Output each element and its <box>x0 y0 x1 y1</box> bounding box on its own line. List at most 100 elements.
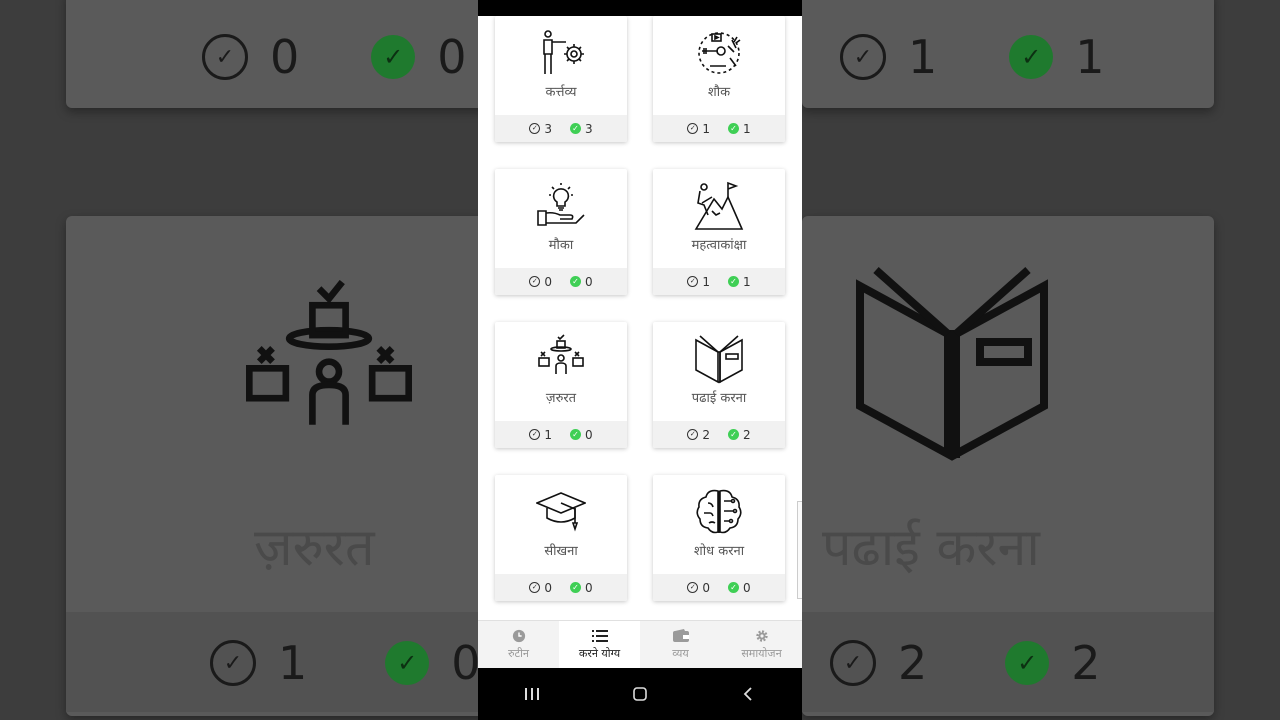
nav-tab-label: समायोजन <box>741 647 782 660</box>
category-grid[interactable]: कर्त्तव्य ✓ 3 ✓ 3 शौक ✓ 1 ✓ 1 मौका ✓ 0 ✓… <box>478 16 802 620</box>
done-count: ✓ 1 <box>728 275 751 289</box>
nav-tab-label: रुटीन <box>507 647 530 660</box>
todo-count: ✓ 1 <box>687 122 710 136</box>
open-book-icon <box>695 335 743 384</box>
check-outline-icon: ✓ <box>687 123 699 134</box>
done-count: ✓ 1 <box>728 122 751 136</box>
hand-lightbulb-icon <box>537 183 585 226</box>
check-outline-icon: ✓ <box>687 276 699 287</box>
todo-count: ✓ 0 <box>687 581 710 595</box>
nav-tab-todo[interactable]: करने योग्य <box>559 621 640 669</box>
done-count: ✓ 3 <box>570 122 593 136</box>
bg-stats-bottom-left: ✓ 1 ✓ 0 <box>210 636 481 690</box>
scroll-handle[interactable] <box>797 501 802 599</box>
todo-count: ✓ 1 <box>687 275 710 289</box>
check-outline-icon: ✓ <box>529 582 541 593</box>
card-stats: ✓ 3 ✓ 3 <box>495 115 627 142</box>
card-stats: ✓ 0 ✓ 0 <box>495 574 627 601</box>
card-stats: ✓ 0 ✓ 0 <box>495 268 627 295</box>
check-filled-icon: ✓ <box>570 429 581 440</box>
hobbies-icon <box>698 32 741 74</box>
card-title: महत्वाकांक्षा <box>691 238 747 253</box>
back-icon[interactable] <box>728 679 768 709</box>
todo-count: ✓ 1 <box>529 428 552 442</box>
category-card[interactable]: कर्त्तव्य ✓ 3 ✓ 3 <box>495 16 627 142</box>
category-card[interactable]: सीखना ✓ 0 ✓ 0 <box>495 475 627 601</box>
todo-count: ✓ 0 <box>529 581 552 595</box>
status-bar <box>478 0 802 16</box>
mountain-flag-icon <box>694 181 744 230</box>
category-card[interactable]: पढाई करना ✓ 2 ✓ 2 <box>653 322 785 448</box>
recent-apps-icon[interactable] <box>512 679 552 709</box>
card-stats: ✓ 2 ✓ 2 <box>653 421 785 448</box>
graduation-cap-icon <box>536 492 586 532</box>
gear-icon <box>755 630 768 642</box>
phone-screen: कर्त्तव्य ✓ 3 ✓ 3 शौक ✓ 1 ✓ 1 मौका ✓ 0 ✓… <box>478 0 802 720</box>
category-card[interactable]: शोध करना ✓ 0 ✓ 0 <box>653 475 785 601</box>
check-filled-icon: ✓ <box>728 276 739 287</box>
check-filled-icon: ✓ <box>728 582 739 593</box>
person-gear-icon <box>543 30 584 74</box>
home-icon[interactable] <box>620 679 660 709</box>
nav-tab-settings[interactable]: समायोजन <box>721 621 802 669</box>
list-icon <box>591 630 608 642</box>
bottom-navigation: रुटीन करने योग्य व्यय समायोजन <box>478 620 802 669</box>
check-filled-icon: ✓ <box>728 123 739 134</box>
card-title: शोध करना <box>693 544 745 559</box>
todo-count: ✓ 0 <box>529 275 552 289</box>
card-title: सीखना <box>544 544 578 559</box>
done-count: ✓ 0 <box>570 428 593 442</box>
card-title: कर्त्तव्य <box>545 85 577 100</box>
bg-stats-top-left: ✓ 0 ✓ 0 <box>202 30 467 84</box>
card-stats: ✓ 1 ✓ 1 <box>653 268 785 295</box>
card-stats: ✓ 1 ✓ 1 <box>653 115 785 142</box>
check-filled-icon: ✓ <box>385 641 430 685</box>
check-outline-icon: ✓ <box>202 34 248 80</box>
system-navigation-bar <box>478 668 802 720</box>
category-card[interactable]: ज़रुरत ✓ 1 ✓ 0 <box>495 322 627 448</box>
bg-stats-bottom-right: ✓ 2 ✓ 2 <box>830 636 1101 690</box>
check-outline-icon: ✓ <box>210 640 256 686</box>
check-filled-icon: ✓ <box>570 276 581 287</box>
check-filled-icon: ✓ <box>371 35 416 79</box>
card-stats: ✓ 1 ✓ 0 <box>495 421 627 448</box>
bg-open-book-icon <box>856 267 1048 461</box>
bg-stats-top-right: ✓ 1 ✓ 1 <box>840 30 1105 84</box>
wallet-icon <box>672 629 689 642</box>
check-filled-icon: ✓ <box>1005 641 1050 685</box>
category-card[interactable]: मौका ✓ 0 ✓ 0 <box>495 169 627 295</box>
category-card[interactable]: महत्वाकांक्षा ✓ 1 ✓ 1 <box>653 169 785 295</box>
nav-tab-label: करने योग्य <box>578 647 621 660</box>
card-title: पढाई करना <box>691 391 747 406</box>
check-filled-icon: ✓ <box>1009 35 1054 79</box>
check-filled-icon: ✓ <box>570 123 581 134</box>
category-card[interactable]: शौक ✓ 1 ✓ 1 <box>653 16 785 142</box>
done-count: ✓ 0 <box>728 581 751 595</box>
card-title: ज़रुरत <box>545 391 577 406</box>
check-outline-icon: ✓ <box>529 123 541 134</box>
check-filled-icon: ✓ <box>570 582 581 593</box>
check-outline-icon: ✓ <box>687 582 699 593</box>
check-outline-icon: ✓ <box>830 640 876 686</box>
check-filled-icon: ✓ <box>728 429 739 440</box>
check-outline-icon: ✓ <box>529 276 541 287</box>
card-stats: ✓ 0 ✓ 0 <box>653 574 785 601</box>
todo-count: ✓ 2 <box>687 428 710 442</box>
done-count: ✓ 0 <box>570 581 593 595</box>
card-title: शौक <box>707 85 731 100</box>
nav-tab-routine[interactable]: रुटीन <box>478 621 559 669</box>
person-boxes-icon <box>538 334 584 374</box>
check-outline-icon: ✓ <box>687 429 699 440</box>
card-title: मौका <box>548 238 574 253</box>
brain-circuit-icon <box>696 489 742 534</box>
nav-tab-expense[interactable]: व्यय <box>640 621 721 669</box>
todo-count: ✓ 3 <box>529 122 552 136</box>
bg-label-left: ज़रुरत <box>254 518 375 578</box>
done-count: ✓ 2 <box>728 428 751 442</box>
bg-label-right: पढाई करना <box>822 518 1040 578</box>
done-count: ✓ 0 <box>570 275 593 289</box>
check-outline-icon: ✓ <box>529 429 541 440</box>
bg-person-boxes-icon <box>246 280 412 425</box>
nav-tab-label: व्यय <box>672 647 689 660</box>
check-outline-icon: ✓ <box>840 34 886 80</box>
